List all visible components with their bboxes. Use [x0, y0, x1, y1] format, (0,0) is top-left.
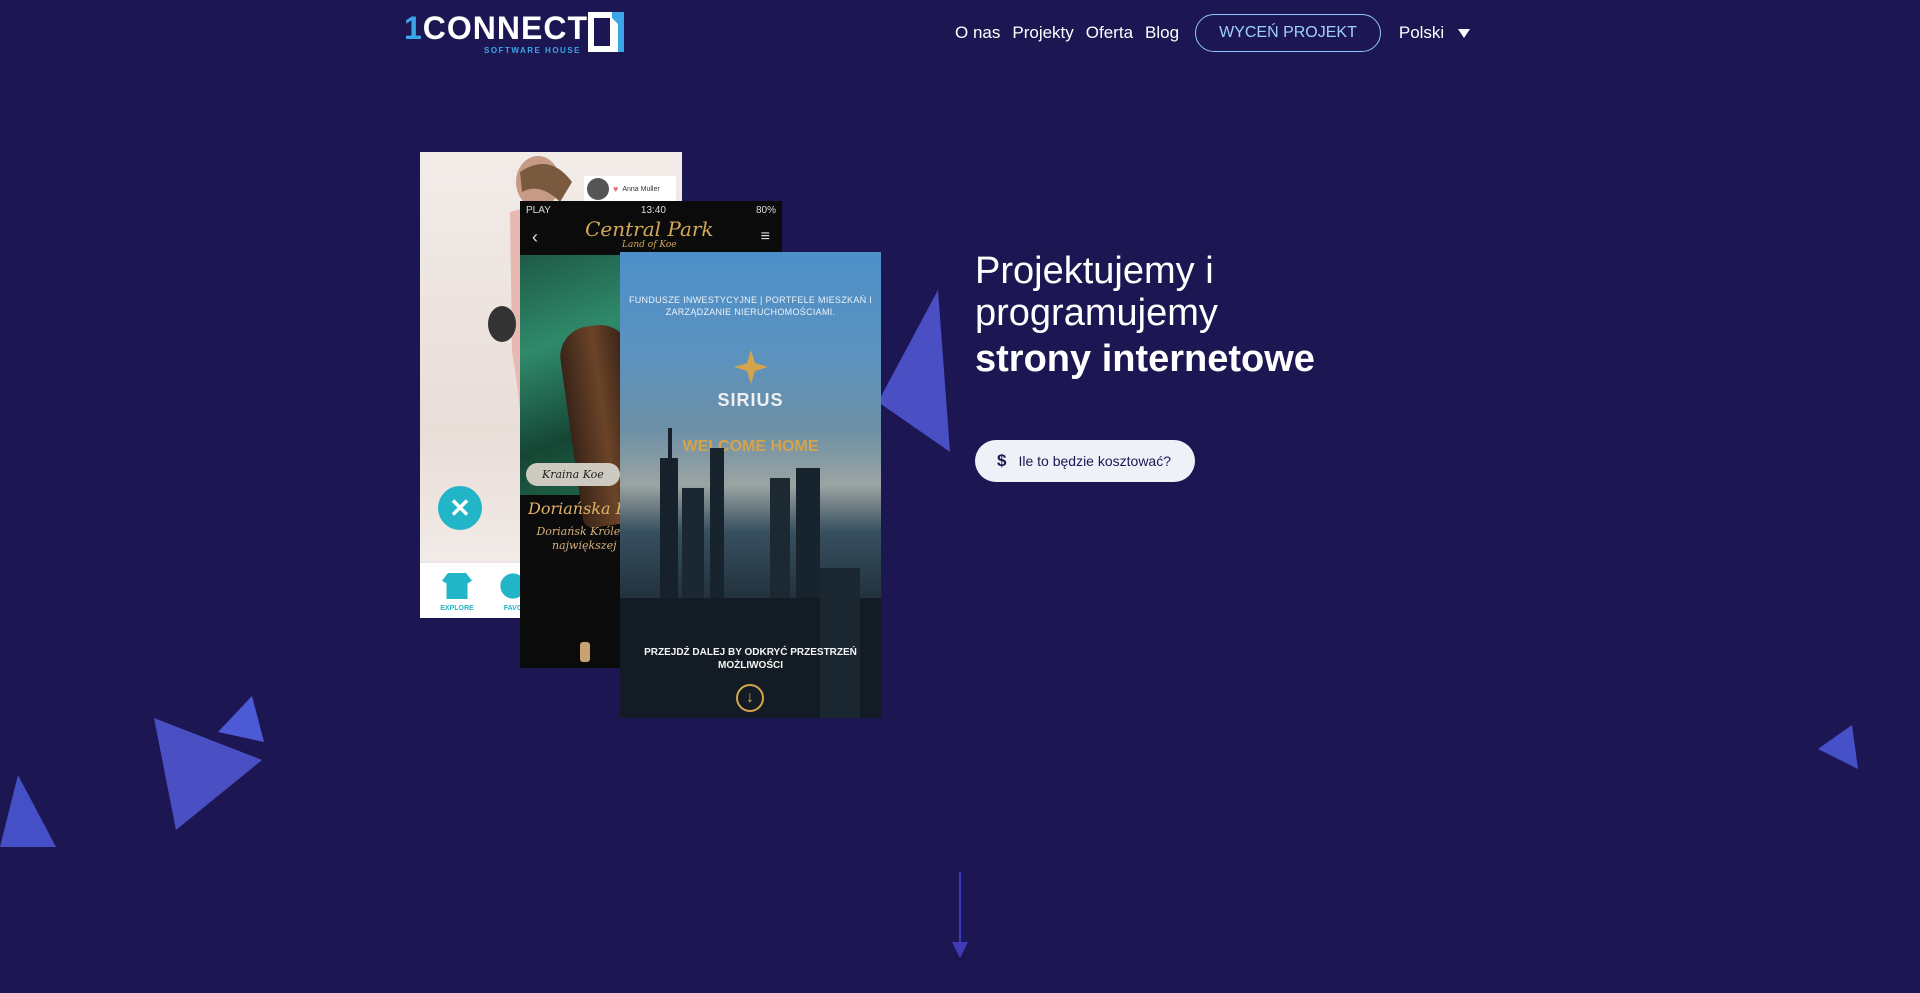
main-nav: O nas Projekty Oferta Blog WYCEŃ PROJEKT…: [955, 14, 1471, 52]
triangle-decoration: [1818, 725, 1858, 769]
quote-project-button[interactable]: WYCEŃ PROJEKT: [1195, 14, 1381, 52]
triangle-decoration: [0, 775, 56, 847]
battery: 80%: [755, 204, 776, 216]
clock: 13:40: [640, 204, 666, 216]
nav-blog[interactable]: Blog: [1145, 23, 1179, 43]
estimate-cost-label: Ile to będzie kosztować?: [1018, 453, 1171, 469]
logo-wordmark: 1CONNECT: [404, 10, 589, 46]
triangle-decoration: [878, 290, 950, 452]
pawn-icon: [580, 642, 590, 662]
menu-icon: ≡: [760, 228, 770, 245]
dollar-icon: $: [997, 451, 1007, 470]
carrier: PLAY: [526, 204, 551, 216]
nav-projects[interactable]: Projekty: [1012, 23, 1073, 43]
heart-icon: ♥: [613, 184, 619, 194]
tab-explore: EXPLORE: [432, 573, 482, 612]
sirius-brand: SIRIUS: [717, 390, 784, 410]
app-brand: Central Park Land of Koe: [585, 217, 714, 250]
close-icon: ✕: [438, 486, 482, 530]
city-skyline-image: [620, 428, 881, 718]
hero-heading: Projektujemy i programujemy strony inter…: [975, 250, 1315, 380]
arrow-down-circle-icon: ↓: [736, 684, 764, 712]
shirt-icon: [442, 573, 472, 599]
triangle-decoration: [218, 696, 264, 742]
category-chip: Kraina Koe: [526, 463, 620, 486]
logo[interactable]: 1CONNECT SOFTWARE HOUSE: [404, 12, 624, 56]
nav-offer[interactable]: Oferta: [1086, 23, 1133, 43]
chevron-down-icon: [1458, 28, 1471, 38]
discover-more-text: PRZEJDŹ DALEJ BY ODKRYĆ PRZESTRZEŃ MOŻLI…: [644, 647, 857, 671]
logo-subtitle: SOFTWARE HOUSE: [484, 46, 582, 55]
phone-mockup-sirius: FUNDUSZE INWESTYCYJNE | PORTFELE MIESZKA…: [620, 252, 881, 718]
app-header: ‹ Central Park Land of Koe ≡: [520, 219, 782, 255]
profile-card: ♥ Anna Muller: [584, 176, 676, 202]
nav-about[interactable]: O nas: [955, 23, 1000, 43]
estimate-cost-button[interactable]: $ Ile to będzie kosztować?: [975, 440, 1195, 482]
logo-mark-icon: [588, 12, 624, 52]
scroll-down-arrow-icon[interactable]: [951, 872, 969, 960]
sirius-tagline: FUNDUSZE INWESTYCYJNE | PORTFELE MIESZKA…: [628, 295, 873, 317]
language-selector[interactable]: Polski: [1398, 23, 1471, 43]
profile-name: Anna Muller: [622, 185, 660, 193]
language-label: Polski: [1398, 23, 1445, 42]
avatar: [587, 178, 609, 200]
star-emblem-icon: [734, 350, 768, 384]
back-icon: ‹: [532, 226, 538, 247]
